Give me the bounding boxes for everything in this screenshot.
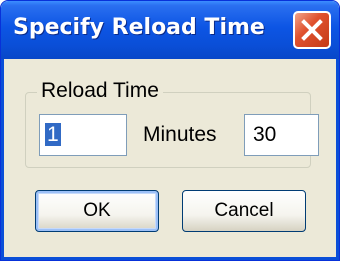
dialog-window: Specify Reload Time Reload Time 1 Minute…	[0, 0, 340, 261]
minutes-input[interactable]: 30	[244, 114, 319, 156]
close-icon	[301, 19, 323, 41]
window-frame-right	[336, 59, 339, 260]
group-label: Reload Time	[37, 79, 163, 103]
title-bar[interactable]: Specify Reload Time	[1, 1, 339, 59]
hours-value: 1	[45, 123, 61, 146]
minutes-label: Minutes	[143, 123, 217, 146]
window-title: Specify Reload Time	[13, 15, 265, 40]
close-button[interactable]	[293, 11, 331, 49]
hours-input[interactable]: 1	[39, 114, 127, 156]
window-frame-bottom	[1, 257, 339, 260]
minutes-value: 30	[253, 123, 277, 146]
cancel-button[interactable]: Cancel	[182, 190, 306, 232]
ok-button[interactable]: OK	[35, 190, 159, 232]
window-frame-left	[1, 59, 4, 260]
